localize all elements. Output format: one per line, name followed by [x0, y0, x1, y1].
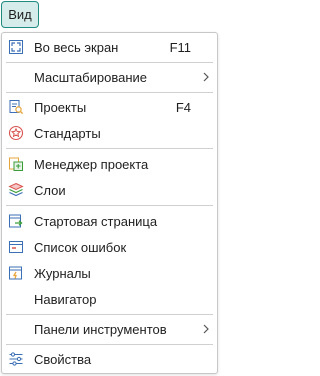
start-page-icon	[8, 213, 24, 229]
menu-item-label: Навигатор	[34, 292, 97, 307]
separator	[6, 205, 213, 206]
separator	[6, 62, 213, 63]
shortcut-label: F11	[169, 40, 191, 55]
layers-icon	[8, 182, 24, 198]
menu-item-standards[interactable]: Стандарты	[2, 120, 217, 146]
menu-item-label: Менеджер проекта	[34, 157, 149, 172]
properties-icon	[8, 351, 24, 367]
menu-item-zoom[interactable]: Масштабирование	[2, 64, 217, 90]
view-dropdown-menu: Во весь экран F11 Масштабирование Проект…	[1, 32, 218, 374]
menu-item-fullscreen[interactable]: Во весь экран F11	[2, 34, 217, 60]
projects-icon	[8, 99, 24, 115]
logs-icon	[8, 265, 24, 281]
menu-item-error-list[interactable]: Список ошибок	[2, 234, 217, 260]
separator	[6, 92, 213, 93]
project-manager-icon	[8, 156, 24, 172]
menu-item-start-page[interactable]: Стартовая страница	[2, 208, 217, 234]
menu-item-projects[interactable]: Проекты F4	[2, 94, 217, 120]
view-menu-button[interactable]: Вид	[1, 1, 39, 28]
chevron-right-icon	[202, 70, 210, 84]
separator	[6, 314, 213, 315]
menu-item-label: Список ошибок	[34, 240, 127, 255]
separator	[6, 344, 213, 345]
error-list-icon	[8, 239, 24, 255]
menu-item-toolbars[interactable]: Панели инструментов	[2, 316, 217, 342]
menu-item-label: Масштабирование	[34, 70, 148, 85]
menu-item-label: Во весь экран	[34, 40, 119, 55]
menu-item-layers[interactable]: Слои	[2, 177, 217, 203]
menu-item-properties[interactable]: Свойства	[2, 346, 217, 372]
standards-icon	[8, 125, 24, 141]
shortcut-label: F4	[175, 100, 191, 115]
menu-item-label: Стартовая страница	[34, 214, 158, 229]
menu-item-project-manager[interactable]: Менеджер проекта	[2, 151, 217, 177]
menu-item-label: Свойства	[34, 352, 92, 367]
menu-item-label: Проекты	[34, 100, 87, 115]
separator	[6, 148, 213, 149]
menu-item-logs[interactable]: Журналы	[2, 260, 217, 286]
menu-item-navigator[interactable]: Навигатор	[2, 286, 217, 312]
menu-item-label: Журналы	[34, 266, 91, 281]
menu-item-label: Стандарты	[34, 126, 101, 141]
chevron-right-icon	[202, 322, 210, 336]
menu-item-label: Слои	[34, 183, 66, 198]
fullscreen-icon	[8, 39, 24, 55]
menu-item-label: Панели инструментов	[34, 322, 167, 337]
